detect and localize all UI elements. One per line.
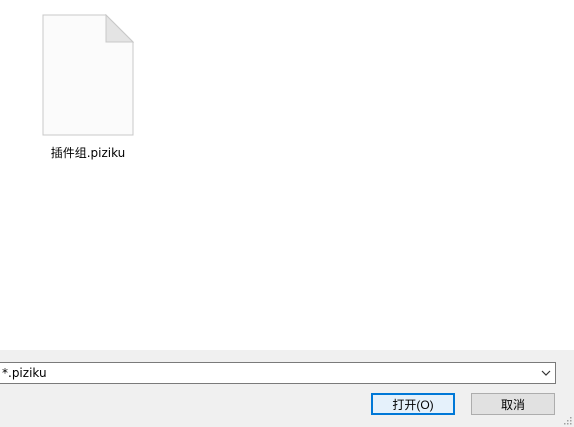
open-button[interactable]: 打开(O) [371, 393, 455, 415]
chevron-down-icon[interactable] [540, 367, 552, 379]
file-list-area[interactable]: 插件组.piziku [0, 0, 574, 350]
resize-grip-icon[interactable] [562, 415, 572, 425]
file-type-filter[interactable]: *.piziku [0, 362, 556, 384]
blank-document-icon [42, 14, 134, 136]
file-type-filter-value: *.piziku [2, 366, 47, 380]
file-open-dialog: 插件组.piziku *.piziku 打开(O) 取消 [0, 0, 574, 427]
file-name: 插件组.piziku [50, 146, 126, 160]
file-item[interactable]: 插件组.piziku [36, 10, 140, 166]
dialog-footer: *.piziku 打开(O) 取消 [0, 350, 574, 427]
cancel-button[interactable]: 取消 [471, 393, 555, 415]
